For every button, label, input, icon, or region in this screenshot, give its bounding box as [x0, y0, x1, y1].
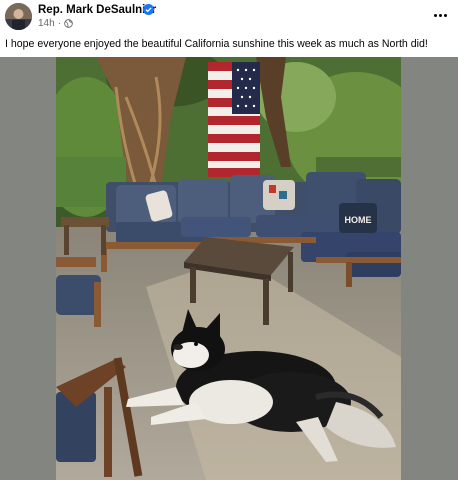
avatar[interactable] — [5, 3, 32, 30]
pillow-text: HOME — [345, 215, 372, 225]
globe-icon[interactable] — [64, 19, 73, 28]
post-media[interactable]: HOME — [0, 57, 458, 480]
american-flag — [208, 62, 260, 177]
post-photo[interactable]: HOME — [56, 57, 401, 480]
more-options-icon[interactable] — [428, 6, 452, 24]
post-header: Rep. Mark DeSaulnier 14h · — [0, 0, 458, 34]
verified-badge-icon — [143, 4, 154, 15]
post-caption: I hope everyone enjoyed the beautiful Ca… — [5, 38, 428, 50]
post-time[interactable]: 14h — [38, 18, 55, 29]
author-name[interactable]: Rep. Mark DeSaulnier — [38, 4, 156, 16]
meta-separator: · — [57, 18, 62, 29]
post-meta: 14h · — [38, 18, 73, 29]
